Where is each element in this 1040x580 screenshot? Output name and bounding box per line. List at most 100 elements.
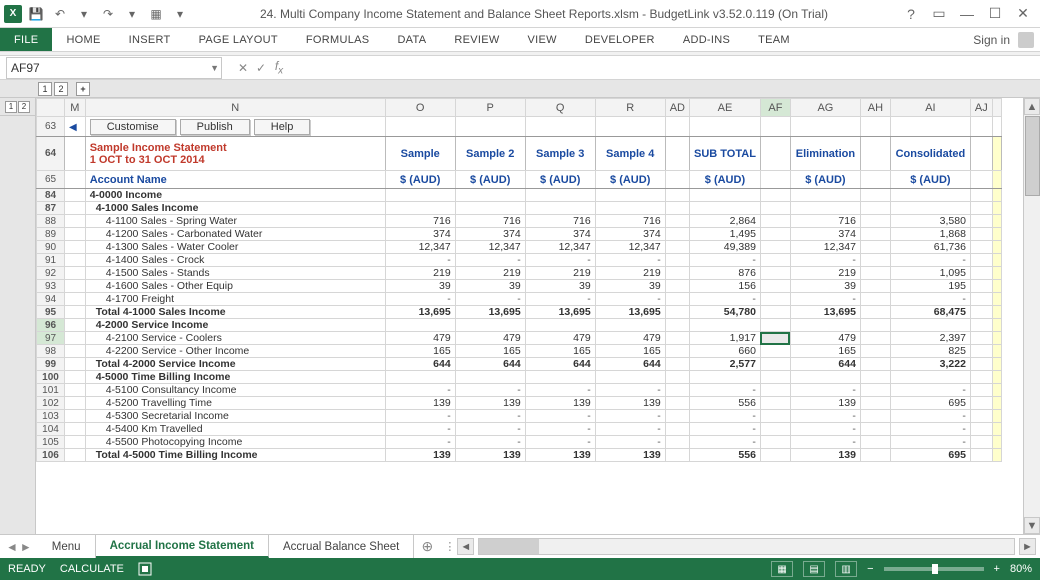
- cell[interactable]: [665, 384, 689, 397]
- cell[interactable]: 716: [525, 215, 595, 228]
- cell[interactable]: [970, 384, 992, 397]
- cell[interactable]: [860, 228, 890, 241]
- cell[interactable]: [970, 228, 992, 241]
- cell[interactable]: [970, 241, 992, 254]
- view-page-layout-icon[interactable]: ▤: [803, 561, 825, 577]
- cell[interactable]: 695: [890, 449, 970, 462]
- col-outline-level-1[interactable]: 1: [38, 82, 52, 96]
- row-header[interactable]: 65: [37, 171, 65, 189]
- cell[interactable]: 12,347: [455, 241, 525, 254]
- row-outline-level-2[interactable]: 2: [18, 101, 30, 113]
- col-header[interactable]: AG: [790, 99, 860, 117]
- cell[interactable]: [760, 228, 790, 241]
- undo-dropdown-icon[interactable]: ▾: [74, 4, 94, 24]
- ribbon-tab-home[interactable]: HOME: [52, 28, 114, 51]
- cell[interactable]: -: [890, 410, 970, 423]
- cell[interactable]: [860, 410, 890, 423]
- cell[interactable]: 219: [455, 267, 525, 280]
- col-header[interactable]: [992, 99, 1001, 117]
- cell[interactable]: 12,347: [525, 241, 595, 254]
- cell[interactable]: -: [525, 410, 595, 423]
- cell[interactable]: [385, 319, 455, 332]
- cell[interactable]: 556: [689, 397, 760, 410]
- cell[interactable]: [860, 397, 890, 410]
- cell[interactable]: [860, 280, 890, 293]
- cell[interactable]: 12,347: [595, 241, 665, 254]
- cell[interactable]: [860, 319, 890, 332]
- cell[interactable]: -: [385, 293, 455, 306]
- view-normal-icon[interactable]: ▦: [771, 561, 793, 577]
- cell[interactable]: 479: [525, 332, 595, 345]
- cell[interactable]: [860, 345, 890, 358]
- col-outline-expand-icon[interactable]: +: [76, 82, 90, 96]
- cell[interactable]: [455, 319, 525, 332]
- macro-record-icon[interactable]: [138, 562, 152, 576]
- cell[interactable]: [760, 267, 790, 280]
- cell[interactable]: [970, 371, 992, 384]
- cell[interactable]: 139: [455, 397, 525, 410]
- cell[interactable]: -: [890, 293, 970, 306]
- cell[interactable]: -: [595, 384, 665, 397]
- cell[interactable]: [790, 371, 860, 384]
- cell[interactable]: [760, 449, 790, 462]
- cell[interactable]: -: [790, 436, 860, 449]
- cell[interactable]: 13,695: [385, 306, 455, 319]
- col-header[interactable]: R: [595, 99, 665, 117]
- cell[interactable]: [970, 449, 992, 462]
- help-icon[interactable]: ?: [898, 4, 924, 24]
- touch-mode-icon[interactable]: ▦: [146, 4, 166, 24]
- row-header[interactable]: 101: [37, 384, 65, 397]
- cell[interactable]: 139: [595, 449, 665, 462]
- cell[interactable]: [890, 189, 970, 202]
- cell[interactable]: 139: [385, 449, 455, 462]
- cell[interactable]: 716: [790, 215, 860, 228]
- cell[interactable]: 61,736: [890, 241, 970, 254]
- qat-customize-icon[interactable]: ▾: [170, 4, 190, 24]
- cell[interactable]: 479: [790, 332, 860, 345]
- redo-dropdown-icon[interactable]: ▾: [122, 4, 142, 24]
- cell[interactable]: [595, 319, 665, 332]
- cell[interactable]: [860, 306, 890, 319]
- cell[interactable]: [665, 228, 689, 241]
- cell[interactable]: [689, 202, 760, 215]
- cell[interactable]: 1,868: [890, 228, 970, 241]
- cell[interactable]: [970, 319, 992, 332]
- cell[interactable]: 479: [385, 332, 455, 345]
- cell[interactable]: -: [525, 254, 595, 267]
- row-header[interactable]: 87: [37, 202, 65, 215]
- cell[interactable]: -: [525, 293, 595, 306]
- cell[interactable]: -: [525, 384, 595, 397]
- cell[interactable]: 219: [385, 267, 455, 280]
- ribbon-tab-team[interactable]: Team: [744, 28, 804, 51]
- ribbon-tab-view[interactable]: VIEW: [514, 28, 571, 51]
- cell[interactable]: [665, 215, 689, 228]
- collapse-left-icon[interactable]: ◀: [69, 122, 81, 133]
- cell[interactable]: [970, 345, 992, 358]
- cell[interactable]: [665, 189, 689, 202]
- cell[interactable]: 219: [790, 267, 860, 280]
- row-header[interactable]: 102: [37, 397, 65, 410]
- cell[interactable]: [860, 241, 890, 254]
- row-header[interactable]: 84: [37, 189, 65, 202]
- cell[interactable]: [760, 202, 790, 215]
- cell[interactable]: [689, 319, 760, 332]
- cell[interactable]: [455, 202, 525, 215]
- formula-input[interactable]: [288, 57, 1040, 79]
- ribbon-tab-addins[interactable]: ADD-INS: [669, 28, 744, 51]
- cell[interactable]: [760, 410, 790, 423]
- zoom-slider-knob[interactable]: [932, 564, 938, 574]
- cell[interactable]: -: [790, 384, 860, 397]
- cell[interactable]: 139: [385, 397, 455, 410]
- cell[interactable]: 39: [525, 280, 595, 293]
- cell[interactable]: [665, 397, 689, 410]
- cell[interactable]: -: [455, 293, 525, 306]
- cell[interactable]: 374: [790, 228, 860, 241]
- cell[interactable]: 195: [890, 280, 970, 293]
- cell[interactable]: -: [689, 436, 760, 449]
- row-header[interactable]: 93: [37, 280, 65, 293]
- cell[interactable]: [595, 371, 665, 384]
- redo-icon[interactable]: ↷: [98, 4, 118, 24]
- col-header[interactable]: Q: [525, 99, 595, 117]
- cell[interactable]: [525, 189, 595, 202]
- col-header[interactable]: N: [85, 99, 385, 117]
